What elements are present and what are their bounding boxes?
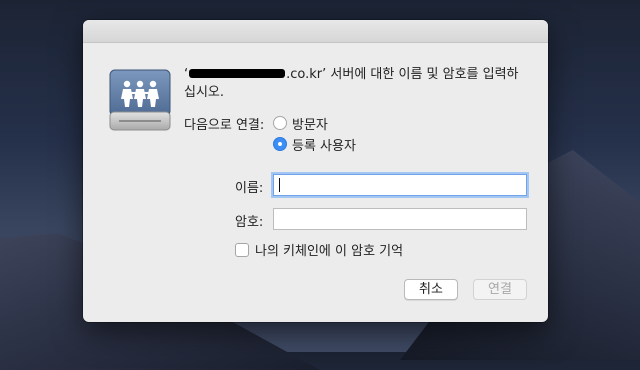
connect-as-label: 다음으로 연결: (184, 118, 265, 133)
connect-button[interactable]: 연결 (473, 279, 527, 300)
name-input[interactable] (273, 174, 527, 196)
remember-keychain-label: 나의 키체인에 이 암호 기억 (255, 244, 404, 259)
radio-registered-user[interactable]: 등록 사용자 (273, 135, 356, 154)
message-prefix: ‘ (184, 67, 189, 82)
password-input[interactable] (273, 208, 527, 230)
remember-keychain-row[interactable]: 나의 키체인에 이 암호 기억 (235, 240, 403, 259)
radio-registered-user-label: 등록 사용자 (292, 138, 356, 154)
server-icon (109, 68, 171, 132)
radio-guest-button[interactable] (273, 116, 287, 130)
login-dialog: ‘.co.kr’ 서버에 대한 이름 및 암호를 입력하십시오. 다음으로 연결… (83, 20, 548, 322)
radio-registered-user-button[interactable] (273, 137, 287, 151)
dialog-titlebar[interactable] (83, 20, 548, 43)
password-label: 암호: (235, 215, 264, 230)
cancel-button[interactable]: 취소 (404, 279, 458, 300)
dialog-message: ‘.co.kr’ 서버에 대한 이름 및 암호를 입력하십시오. (184, 66, 524, 102)
radio-guest[interactable]: 방문자 (273, 114, 328, 133)
radio-guest-label: 방문자 (292, 117, 328, 133)
name-label: 이름: (235, 181, 264, 196)
redacted-hostname (189, 69, 286, 78)
text-caret (279, 178, 280, 192)
remember-keychain-checkbox[interactable] (235, 242, 249, 257)
